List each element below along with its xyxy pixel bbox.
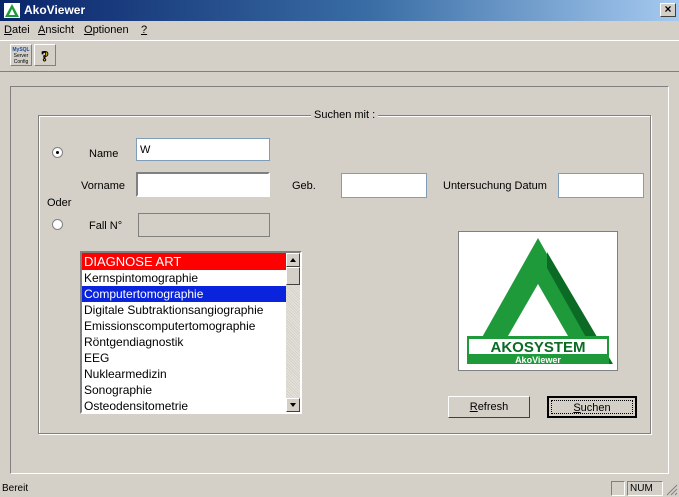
untersuchung-datum-label: Untersuchung Datum bbox=[443, 180, 547, 192]
title-bar: AkoViewer × bbox=[0, 0, 679, 21]
help-question-icon: ? bbox=[41, 49, 50, 66]
fall-label: Fall N° bbox=[89, 220, 123, 232]
search-group-title: Suchen mit : bbox=[311, 109, 379, 121]
scroll-down-button[interactable] bbox=[286, 398, 300, 412]
radio-fall[interactable] bbox=[52, 219, 63, 230]
config-text: Config bbox=[14, 59, 29, 65]
radio-name[interactable] bbox=[52, 147, 63, 158]
akosystem-logo: AKOSYSTEM AkoViewer bbox=[458, 231, 618, 371]
list-item[interactable]: Nuklearmedizin bbox=[82, 366, 288, 382]
arrow-up-icon bbox=[290, 258, 296, 262]
mysql-config-button[interactable]: MySQL Server Config bbox=[10, 44, 32, 66]
suchen-button[interactable]: Suchen bbox=[547, 396, 637, 418]
list-item[interactable]: Emissionscomputertomographie bbox=[82, 318, 288, 334]
list-item[interactable]: Sonographie bbox=[82, 382, 288, 398]
resize-grip-icon bbox=[666, 484, 678, 496]
list-item[interactable]: Röntgendiagnostik bbox=[82, 334, 288, 350]
status-bar: Bereit NUM bbox=[0, 480, 679, 497]
toolbar: MySQL Server Config ? bbox=[0, 40, 679, 72]
svg-text:?: ? bbox=[41, 49, 49, 65]
untersuchung-datum-input[interactable] bbox=[558, 173, 644, 198]
scroll-up-button[interactable] bbox=[286, 253, 300, 267]
list-item[interactable]: EEG bbox=[82, 350, 288, 366]
status-pane-empty bbox=[611, 481, 625, 496]
refresh-button[interactable]: Refresh bbox=[448, 396, 530, 418]
list-item[interactable]: Osteodensitometrie bbox=[82, 398, 288, 412]
menu-datei[interactable]: Datei bbox=[4, 24, 30, 36]
akoviewer-app-icon bbox=[4, 3, 20, 18]
mysql-server-config-icon: MySQL Server Config bbox=[12, 47, 29, 65]
list-item[interactable]: Digitale Subtraktionsangiographie bbox=[82, 302, 288, 318]
vorname-label: Vorname bbox=[81, 180, 126, 192]
app-window: AkoViewer × Datei Ansicht Optionen ? MyS… bbox=[0, 0, 679, 497]
vorname-input[interactable] bbox=[136, 172, 270, 197]
menu-ansicht[interactable]: Ansicht bbox=[38, 24, 74, 36]
scroll-thumb[interactable] bbox=[286, 267, 300, 285]
arrow-down-icon bbox=[290, 403, 296, 407]
status-num: NUM bbox=[627, 481, 663, 496]
name-label: Name bbox=[89, 148, 119, 160]
menu-bar: Datei Ansicht Optionen ? bbox=[0, 21, 679, 39]
help-button[interactable]: ? bbox=[34, 44, 56, 66]
close-icon: × bbox=[664, 2, 672, 16]
geb-label: Geb. bbox=[292, 180, 316, 192]
geb-input[interactable] bbox=[341, 173, 427, 198]
fall-input[interactable] bbox=[138, 213, 270, 237]
oder-label: Oder bbox=[47, 197, 72, 209]
list-item-selected[interactable]: Computertomographie bbox=[82, 286, 288, 302]
menu-help[interactable]: ? bbox=[141, 24, 147, 36]
name-input[interactable] bbox=[136, 138, 270, 161]
akosystem-triangle-logo: AKOSYSTEM AkoViewer bbox=[467, 238, 613, 365]
diagnose-header: DIAGNOSE ART bbox=[82, 253, 288, 270]
status-text: Bereit bbox=[2, 483, 29, 494]
listbox-scrollbar[interactable] bbox=[286, 253, 300, 412]
logo-brand-text: AKOSYSTEM bbox=[490, 339, 585, 356]
logo-product-text: AkoViewer bbox=[515, 355, 561, 365]
diagnose-listbox[interactable]: DIAGNOSE ART Kernspintomographie Compute… bbox=[80, 251, 302, 414]
close-button[interactable]: × bbox=[660, 3, 676, 17]
list-item[interactable]: Kernspintomographie bbox=[82, 270, 288, 286]
window-title: AkoViewer bbox=[24, 3, 86, 17]
menu-optionen[interactable]: Optionen bbox=[84, 24, 129, 36]
